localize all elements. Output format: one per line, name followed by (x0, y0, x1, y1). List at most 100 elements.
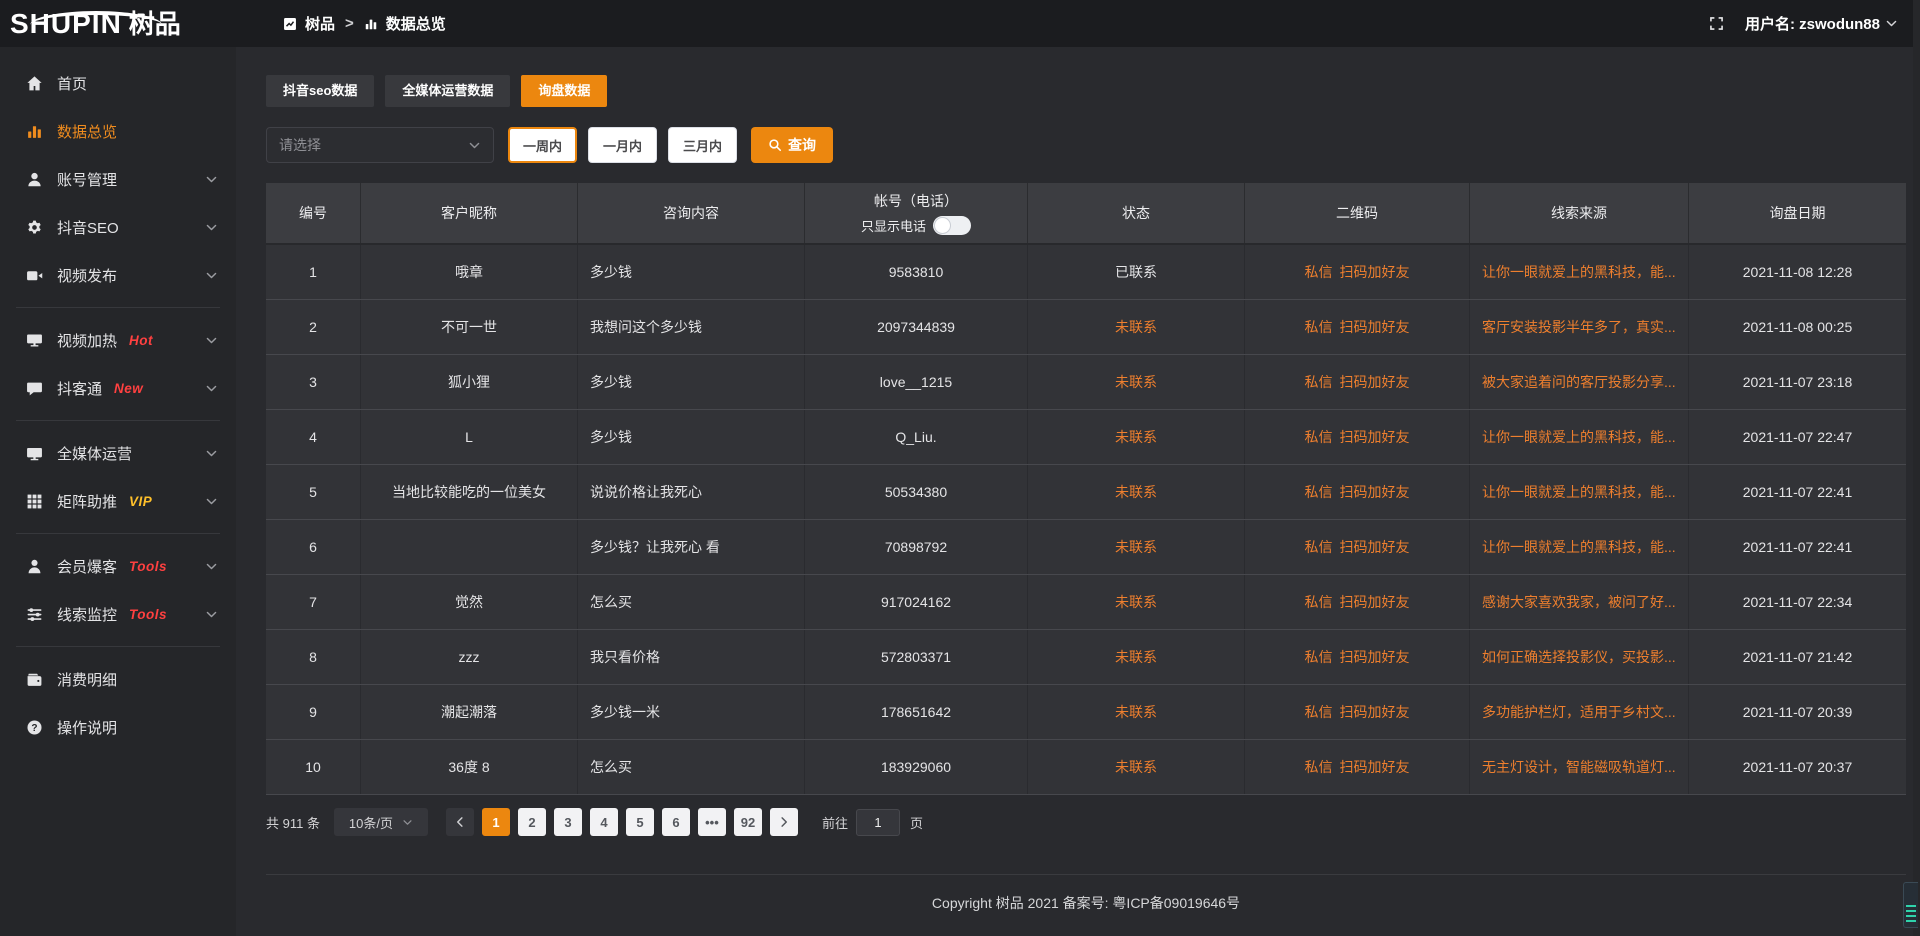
cell-status: 未联系 (1028, 630, 1245, 684)
private-message-link[interactable]: 私信 (1305, 427, 1333, 447)
sidebar-item-monitor[interactable]: 视频加热Hot (0, 316, 236, 364)
table-header-row: 编号 客户昵称 咨询内容 帐号（电话） 只显示电话 状态 二维码 线索来源 询盘… (266, 183, 1906, 245)
scan-add-friend-link[interactable]: 扫码加好友 (1340, 482, 1410, 502)
lead-source-link[interactable]: 让你一眼就爱上的黑科技，能... (1482, 537, 1676, 557)
user-menu[interactable]: 用户名: zswodun88 (1745, 13, 1898, 34)
chevron-down-icon (402, 817, 413, 828)
sidebar-item-video[interactable]: 视频发布 (0, 251, 236, 299)
cell-qrcode: 私信扫码加好友 (1245, 355, 1470, 409)
sidebar-item-gear[interactable]: 抖音SEO (0, 203, 236, 251)
sidebar-item-display[interactable]: 全媒体运营 (0, 429, 236, 477)
private-message-link[interactable]: 私信 (1305, 647, 1333, 667)
search-icon (768, 138, 782, 152)
cell-source: 让你一眼就爱上的黑科技，能... (1470, 245, 1689, 299)
scan-add-friend-link[interactable]: 扫码加好友 (1340, 427, 1410, 447)
tab-media-operation-data[interactable]: 全媒体运营数据 (385, 75, 510, 107)
scan-add-friend-link[interactable]: 扫码加好友 (1340, 702, 1410, 722)
range-button-month[interactable]: 一月内 (588, 127, 657, 163)
scan-add-friend-link[interactable]: 扫码加好友 (1340, 592, 1410, 612)
inquiry-table: 编号 客户昵称 咨询内容 帐号（电话） 只显示电话 状态 二维码 线索来源 询盘… (266, 183, 1906, 795)
prev-page-button[interactable] (446, 808, 474, 836)
cell-qrcode: 私信扫码加好友 (1245, 465, 1470, 519)
cell-content: 说说价格让我死心 (578, 465, 805, 519)
goto-page-input[interactable] (856, 809, 900, 836)
lead-source-link[interactable]: 让你一眼就爱上的黑科技，能... (1482, 482, 1676, 502)
cell-account: 572803371 (805, 630, 1028, 684)
sidebar: 首页数据总览账号管理抖音SEO视频发布视频加热Hot抖客通New 全媒体运营矩阵助… (0, 47, 236, 936)
fullscreen-icon[interactable] (1708, 15, 1725, 32)
lead-source-link[interactable]: 如何正确选择投影仪，买投影... (1482, 647, 1676, 667)
private-message-link[interactable]: 私信 (1305, 317, 1333, 337)
scrollbar-track[interactable] (1913, 0, 1920, 936)
table-row: 4L多少钱Q_Liu.未联系私信扫码加好友让你一眼就爱上的黑科技，能...202… (266, 410, 1906, 465)
chevron-down-icon (205, 269, 218, 282)
page-size-select[interactable]: 10条/页 (334, 808, 428, 836)
floating-widget[interactable] (1903, 882, 1918, 928)
cell-qrcode: 私信扫码加好友 (1245, 685, 1470, 739)
cell-date: 2021-11-07 22:41 (1689, 520, 1906, 574)
range-button-quarter[interactable]: 三月内 (668, 127, 737, 163)
sidebar-item-member[interactable]: 会员爆客Tools (0, 542, 236, 590)
cell-no: 1 (266, 245, 361, 299)
phone-toggle-switch[interactable] (933, 216, 971, 235)
sidebar-item-grid[interactable]: 矩阵助推VIP (0, 477, 236, 525)
page-button-5[interactable]: 5 (626, 808, 654, 836)
page-button-4[interactable]: 4 (590, 808, 618, 836)
cell-qrcode: 私信扫码加好友 (1245, 245, 1470, 299)
chevron-down-icon (402, 817, 413, 828)
scan-add-friend-link[interactable]: 扫码加好友 (1340, 647, 1410, 667)
more-pages-button[interactable]: ••• (698, 808, 726, 836)
chevron-down-icon (205, 495, 218, 508)
page-button-3[interactable]: 3 (554, 808, 582, 836)
lead-source-link[interactable]: 无主灯设计，智能磁吸轨道灯... (1482, 757, 1676, 777)
next-page-button[interactable] (770, 808, 798, 836)
private-message-link[interactable]: 私信 (1305, 482, 1333, 502)
lead-source-link[interactable]: 让你一眼就爱上的黑科技，能... (1482, 427, 1676, 447)
lead-source-link[interactable]: 被大家追着问的客厅投影分享... (1482, 372, 1676, 392)
scan-add-friend-link[interactable]: 扫码加好友 (1340, 537, 1410, 557)
sidebar-item-sliders[interactable]: 线索监控Tools (0, 590, 236, 638)
private-message-link[interactable]: 私信 (1305, 537, 1333, 557)
private-message-link[interactable]: 私信 (1305, 757, 1333, 777)
query-button[interactable]: 查询 (751, 127, 833, 163)
cell-date: 2021-11-07 22:47 (1689, 410, 1906, 464)
private-message-link[interactable]: 私信 (1305, 262, 1333, 282)
lead-source-link[interactable]: 多功能护栏灯，适用于乡村文... (1482, 702, 1676, 722)
scan-add-friend-link[interactable]: 扫码加好友 (1340, 262, 1410, 282)
account-select[interactable]: 请选择 (266, 127, 494, 163)
sidebar-item-wallet[interactable]: 消费明细 (0, 655, 236, 703)
table-row: 8zzz我只看价格572803371未联系私信扫码加好友如何正确选择投影仪，买投… (266, 630, 1906, 685)
tab-douyin-seo-data[interactable]: 抖音seo数据 (266, 75, 374, 107)
page-button-2[interactable]: 2 (518, 808, 546, 836)
sidebar-item-help[interactable]: ?操作说明 (0, 703, 236, 751)
page-button-92[interactable]: 92 (734, 808, 762, 836)
range-button-week[interactable]: 一周内 (508, 127, 577, 163)
page-button-1[interactable]: 1 (482, 808, 510, 836)
sidebar-item-chat[interactable]: 抖客通New (0, 364, 236, 412)
sidebar-item-label: 线索监控 (57, 604, 117, 625)
sidebar-item-user[interactable]: 账号管理 (0, 155, 236, 203)
lead-source-link[interactable]: 让你一眼就爱上的黑科技，能... (1482, 262, 1676, 282)
breadcrumb-root[interactable]: 树品 (305, 13, 335, 34)
scan-add-friend-link[interactable]: 扫码加好友 (1340, 317, 1410, 337)
cell-status: 未联系 (1028, 410, 1245, 464)
private-message-link[interactable]: 私信 (1305, 702, 1333, 722)
cell-date: 2021-11-07 22:41 (1689, 465, 1906, 519)
scan-add-friend-link[interactable]: 扫码加好友 (1340, 757, 1410, 777)
lead-source-link[interactable]: 感谢大家喜欢我家，被问了好... (1482, 592, 1676, 612)
column-header-status: 状态 (1028, 183, 1245, 243)
sliders-icon (26, 606, 43, 623)
lead-source-link[interactable]: 客厅安装投影半年多了，真实... (1482, 317, 1676, 337)
column-header-qrcode: 二维码 (1245, 183, 1470, 243)
sidebar-item-bar-chart[interactable]: 数据总览 (0, 107, 236, 155)
scan-add-friend-link[interactable]: 扫码加好友 (1340, 372, 1410, 392)
private-message-link[interactable]: 私信 (1305, 372, 1333, 392)
cell-nickname (361, 520, 578, 574)
private-message-link[interactable]: 私信 (1305, 592, 1333, 612)
page-button-6[interactable]: 6 (662, 808, 690, 836)
cell-date: 2021-11-07 21:42 (1689, 630, 1906, 684)
tab-inquiry-data[interactable]: 询盘数据 (521, 75, 607, 107)
sidebar-item-home[interactable]: 首页 (0, 59, 236, 107)
cell-content: 多少钱？让我死心 看 (578, 520, 805, 574)
column-header-account: 帐号（电话） 只显示电话 (805, 183, 1028, 243)
